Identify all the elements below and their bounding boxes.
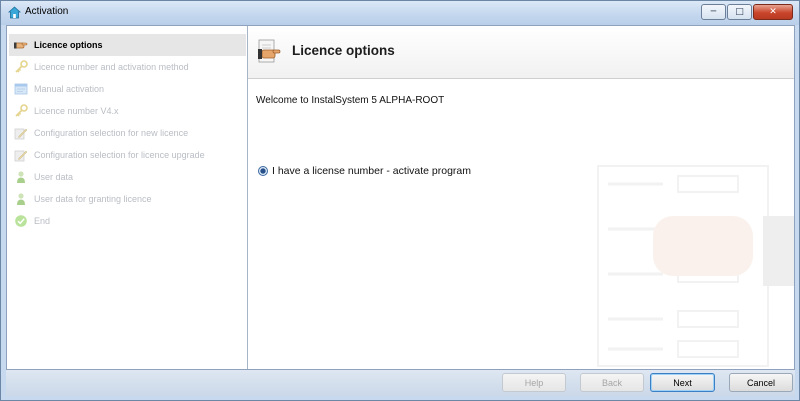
title-bar[interactable]: Activation ─ □ ✕ [1,1,799,25]
wizard-content-panel: Licence options Welcome to InstalSystem … [248,26,794,369]
sidebar-item-label: Configuration selection for new licence [34,128,189,138]
sidebar-item-licence-options[interactable]: Licence options [9,34,246,56]
license-number-radio[interactable] [258,166,268,176]
wizard-button-bar: Help Back Next Cancel [6,370,795,396]
sidebar-item-label: Configuration selection for licence upgr… [34,150,205,160]
sidebar-item-licence-number-method: Licence number and activation method [9,56,246,78]
sidebar-item-user-data: User data [9,166,246,188]
user-icon [17,171,25,183]
check-icon [15,215,27,227]
sidebar-item-user-data-granting: User data for granting licence [9,188,246,210]
user-icon [17,193,25,205]
edit-icon [14,128,28,140]
minimize-icon: ─ [710,7,717,17]
sidebar-item-label: Licence number V4.x [34,106,119,116]
window-controls: ─ □ ✕ [700,4,793,21]
sidebar-item-manual-activation: Manual activation [9,78,246,100]
back-button[interactable]: Back [580,373,644,392]
sidebar-item-end: End [9,210,246,232]
help-button[interactable]: Help [502,373,566,392]
maximize-icon: □ [735,7,744,17]
sidebar-item-licence-number-v4: Licence number V4.x [9,100,246,122]
activation-window: Activation ─ □ ✕ Licence options Licence… [0,0,800,401]
hand-pointer-icon [14,42,28,49]
close-button[interactable]: ✕ [753,4,793,20]
minimize-button[interactable]: ─ [701,4,726,20]
edit-icon [14,150,28,162]
sidebar-item-label: User data [34,172,74,182]
sidebar-item-label: Licence options [34,40,103,50]
wizard-steps-sidebar: Licence options Licence number and activ… [7,26,248,369]
close-icon: ✕ [769,7,777,17]
sidebar-item-config-licence-upgrade: Configuration selection for licence upgr… [9,144,246,166]
page-title: Licence options [292,43,395,58]
sidebar-item-label: End [34,216,51,226]
hand-pointer-icon [258,39,281,63]
key-icon [15,104,28,117]
sidebar-item-config-new-licence: Configuration selection for new licence [9,122,246,144]
cancel-button[interactable]: Cancel [729,373,793,392]
next-button[interactable]: Next [650,373,715,392]
app-icon [8,6,21,19]
dialog-client-area: Licence options Licence number and activ… [6,25,795,370]
key-icon [15,60,28,73]
license-option-row[interactable]: I have a license number - activate progr… [258,165,471,177]
form-icon [14,83,28,95]
sidebar-item-label: Manual activation [34,84,105,94]
maximize-button[interactable]: □ [727,4,752,20]
license-number-radio-label[interactable]: I have a license number - activate progr… [272,165,471,177]
welcome-message: Welcome to InstalSystem 5 ALPHA-ROOT [256,95,445,106]
window-title: Activation [25,6,69,17]
form-illustration-watermark [597,165,794,367]
sidebar-item-label: Licence number and activation method [34,62,189,72]
page-header: Licence options [248,26,794,79]
sidebar-item-label: User data for granting licence [34,194,152,204]
